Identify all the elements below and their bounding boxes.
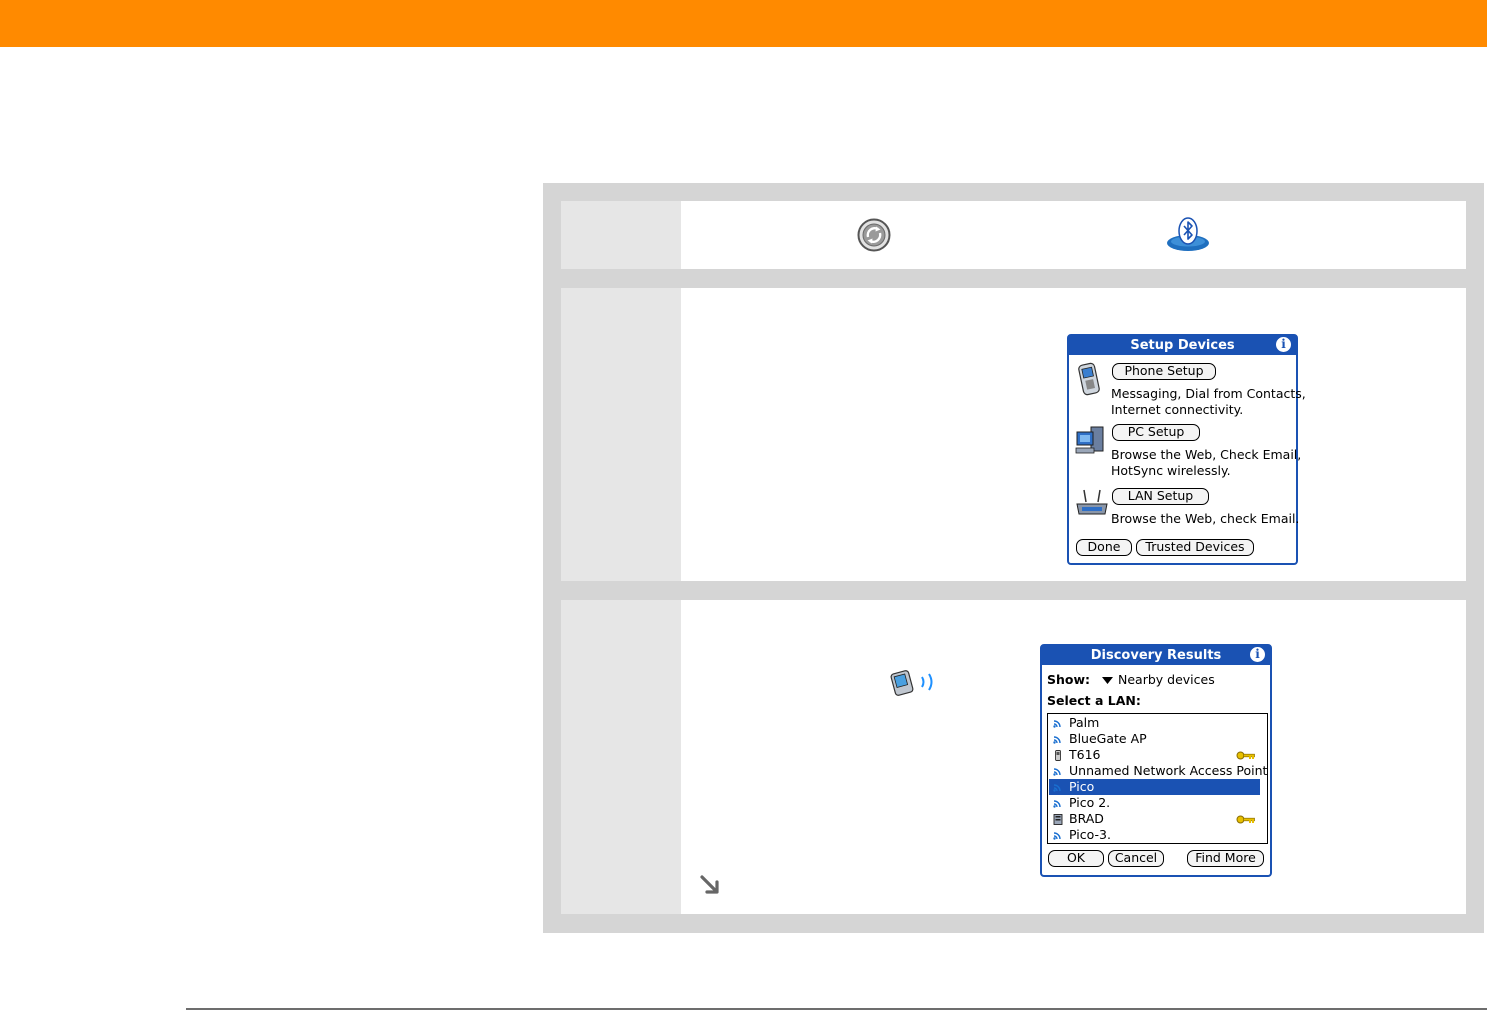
list-item-label: BRAD [1069, 811, 1104, 826]
lan-list: Palm BlueGate AP T616 Unnamed Network Ac… [1047, 713, 1268, 844]
list-item-label: BlueGate AP [1069, 731, 1147, 746]
key-icon [1236, 815, 1255, 824]
list-item[interactable]: Pico 2. [1049, 795, 1260, 811]
dialog-title: Discovery Results [1090, 648, 1222, 663]
list-item-label: Pico-3. [1069, 827, 1111, 842]
list-item[interactable]: BlueGate AP [1049, 731, 1260, 747]
phone-setup-button[interactable]: Phone Setup [1112, 363, 1216, 380]
continue-arrow-icon [700, 875, 719, 894]
bluetooth-icon [1167, 217, 1209, 251]
phone-setup-description: Messaging, Dial from Contacts, [1111, 386, 1306, 401]
step-row-1 [561, 201, 1466, 269]
lan-setup-button[interactable]: LAN Setup [1112, 488, 1209, 505]
top-accent-bar [0, 0, 1487, 47]
list-item-label: Palm [1069, 715, 1100, 730]
dialog-title-bar: Setup Devices i [1069, 336, 1296, 355]
step-body [681, 201, 1466, 269]
find-more-button[interactable]: Find More [1187, 850, 1264, 867]
list-item[interactable]: BRAD [1049, 811, 1260, 827]
access-point-icon [1053, 800, 1061, 808]
hotsync-icon [857, 218, 891, 252]
list-item[interactable]: T616 [1049, 747, 1260, 763]
step-row-2: Setup Devices i Phone Setup Messaging, D… [561, 288, 1466, 581]
list-item[interactable]: Palm [1049, 715, 1260, 731]
done-button[interactable]: Done [1076, 539, 1132, 556]
pc-setup-description: Browse the Web, Check Email, [1111, 447, 1302, 462]
list-item-selected[interactable]: Pico [1049, 779, 1260, 795]
select-lan-label: Select a LAN: [1047, 693, 1141, 708]
pc-setup-description: HotSync wirelessly. [1111, 463, 1231, 478]
dropdown-arrow-icon[interactable] [1102, 677, 1113, 684]
setup-devices-dialog: Setup Devices i Phone Setup Messaging, D… [1067, 334, 1306, 565]
handheld-beam-icon [890, 670, 933, 696]
step-body: Discovery Results i Show: Nearby devices… [681, 600, 1466, 914]
step-number-cell [561, 288, 681, 581]
discovery-results-dialog: Discovery Results i Show: Nearby devices… [1040, 644, 1272, 877]
computer-device-icon [1053, 814, 1063, 825]
cancel-button[interactable]: Cancel [1108, 850, 1164, 867]
dialog-title: Setup Devices [1130, 338, 1235, 353]
phone-device-icon [1055, 750, 1061, 761]
trusted-devices-button[interactable]: Trusted Devices [1136, 539, 1254, 556]
pc-setup-button[interactable]: PC Setup [1112, 424, 1200, 441]
router-icon [1076, 489, 1108, 515]
phone-icon [1078, 362, 1100, 396]
info-icon[interactable]: i [1276, 337, 1291, 352]
show-label: Show: [1047, 672, 1091, 687]
lan-setup-description: Browse the Web, check Email. [1111, 511, 1300, 526]
list-item-label: Pico [1069, 779, 1095, 794]
access-point-icon [1053, 736, 1061, 744]
computer-icon [1075, 426, 1104, 454]
ok-button[interactable]: OK [1048, 850, 1104, 867]
list-item-label: T616 [1069, 747, 1101, 762]
dialog-title-bar: Discovery Results i [1042, 646, 1270, 665]
step-row-3: Discovery Results i Show: Nearby devices… [561, 600, 1466, 914]
step-number-cell [561, 201, 681, 269]
list-item[interactable]: Pico-3. [1049, 827, 1260, 843]
show-selector[interactable]: Nearby devices [1118, 672, 1215, 688]
step-body: Setup Devices i Phone Setup Messaging, D… [681, 288, 1466, 581]
phone-setup-description: Internet connectivity. [1111, 402, 1244, 417]
list-item[interactable]: Unnamed Network Access Point [1049, 763, 1267, 779]
list-item-label: Pico 2. [1069, 795, 1111, 810]
access-point-icon [1053, 768, 1061, 776]
key-icon [1236, 751, 1255, 760]
list-item-label: Unnamed Network Access Point [1069, 763, 1268, 778]
access-point-icon [1053, 832, 1061, 840]
access-point-icon [1053, 784, 1061, 792]
access-point-icon [1053, 720, 1061, 728]
info-icon[interactable]: i [1250, 647, 1265, 662]
step-number-cell [561, 600, 681, 914]
